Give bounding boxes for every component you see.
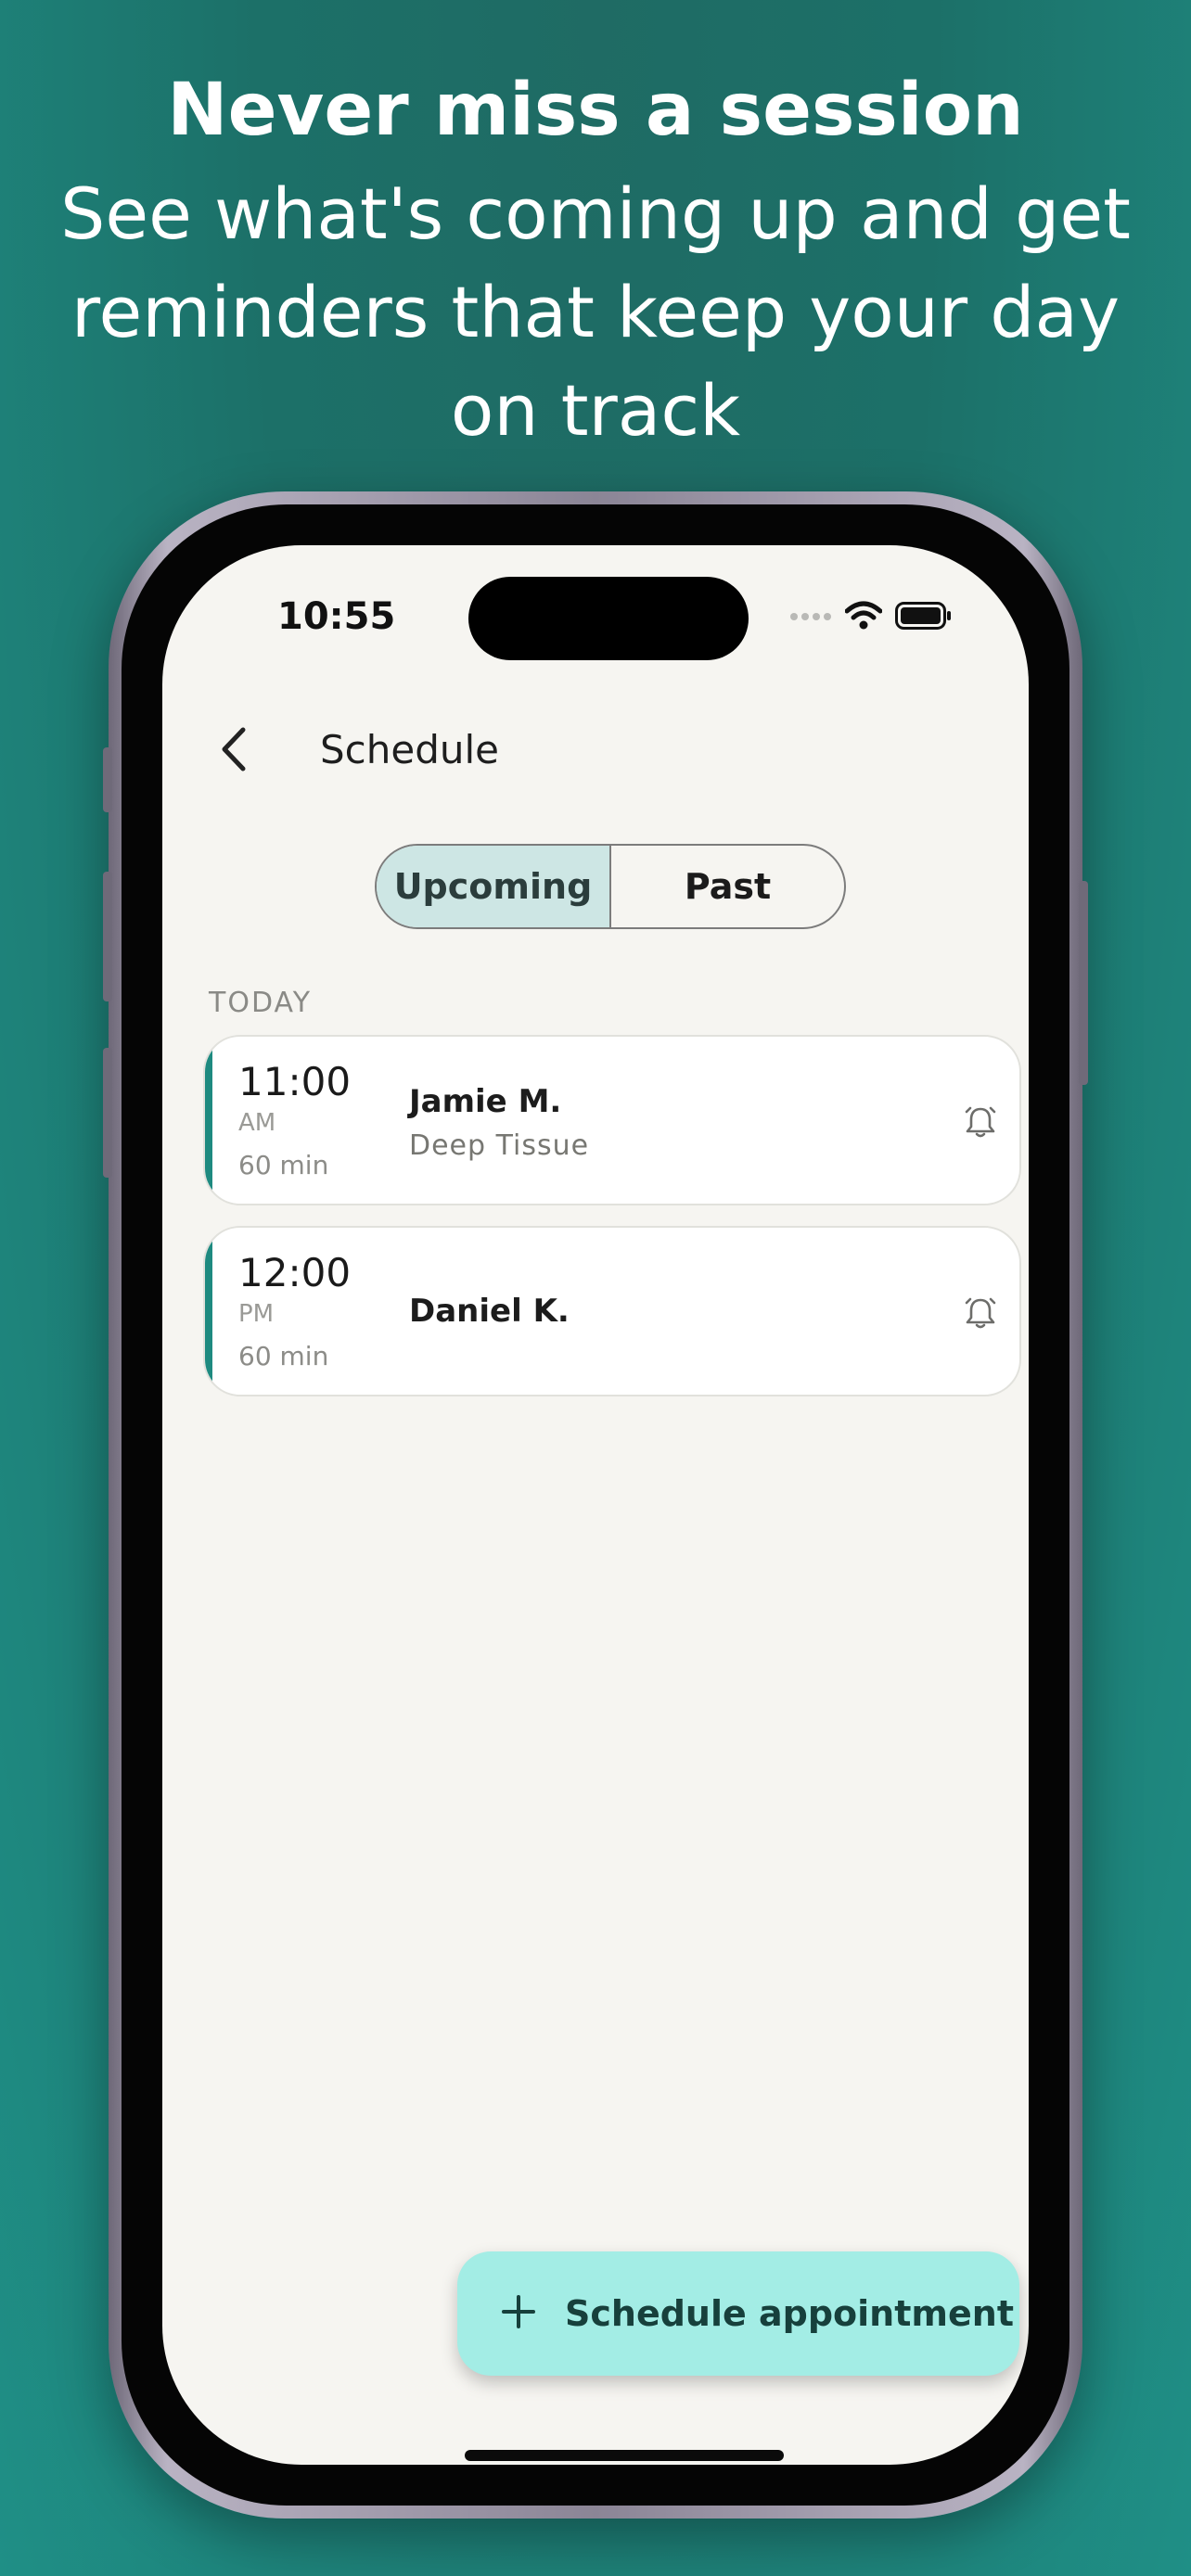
appointment-card[interactable]: 12:00 PM 60 min Daniel K. — [203, 1226, 1021, 1396]
status-bar: 10:55 — [162, 545, 1029, 675]
phone-bezel: 10:55 Schedule Upcoming Past TODAY 11:00… — [122, 504, 1069, 2506]
fab-label: Schedule appointment — [565, 2293, 1014, 2334]
page-title: Schedule — [320, 727, 499, 772]
appointment-ampm: PM — [238, 1300, 275, 1328]
app-screen: 10:55 Schedule Upcoming Past TODAY 11:00… — [162, 545, 1029, 2465]
reminder-button[interactable] — [962, 1294, 999, 1332]
phone-volume-down — [103, 1048, 112, 1178]
appointment-accent-bar — [205, 1228, 212, 1395]
nav-bar: Schedule — [162, 701, 1029, 803]
appointment-service: Deep Tissue — [409, 1129, 590, 1162]
bell-icon — [962, 1297, 999, 1335]
tab-upcoming[interactable]: Upcoming — [377, 846, 611, 927]
appointment-duration: 60 min — [238, 1341, 329, 1371]
home-indicator[interactable] — [465, 2450, 784, 2461]
wifi-icon — [844, 601, 883, 635]
reminder-button[interactable] — [962, 1103, 999, 1141]
chevron-left-icon — [219, 726, 250, 777]
plus-icon — [500, 2293, 537, 2335]
promo-subtitle: See what's coming up and get reminders t… — [60, 172, 1131, 452]
schedule-appointment-button[interactable]: Schedule appointment — [457, 2251, 1019, 2376]
dynamic-island — [468, 577, 749, 660]
phone-silent-switch — [103, 747, 112, 812]
battery-icon — [895, 602, 953, 634]
signal-dots-icon — [789, 610, 832, 627]
section-label-today: TODAY — [209, 987, 313, 1019]
appointment-ampm: AM — [238, 1109, 276, 1137]
appointment-client: Jamie M. — [409, 1083, 562, 1120]
status-time: 10:55 — [277, 595, 396, 638]
bell-icon — [962, 1106, 999, 1144]
appointment-duration: 60 min — [238, 1150, 329, 1180]
back-button[interactable] — [207, 723, 263, 779]
promo-title: Never miss a session — [167, 69, 1024, 152]
tab-past[interactable]: Past — [611, 846, 844, 927]
promo-headline: Never miss a session See what's coming u… — [0, 56, 1191, 460]
appointment-card[interactable]: 11:00 AM 60 min Jamie M. Deep Tissue — [203, 1035, 1021, 1205]
phone-volume-up — [103, 872, 112, 1001]
appointment-accent-bar — [205, 1037, 212, 1204]
appointment-time: 12:00 — [238, 1250, 352, 1295]
phone-frame: 10:55 Schedule Upcoming Past TODAY 11:00… — [103, 491, 1088, 2519]
appointment-time: 11:00 — [238, 1059, 352, 1104]
phone-power-button — [1079, 881, 1088, 1085]
status-icons — [789, 601, 953, 635]
schedule-tabs: Upcoming Past — [375, 844, 846, 929]
appointment-client: Daniel K. — [409, 1293, 570, 1330]
